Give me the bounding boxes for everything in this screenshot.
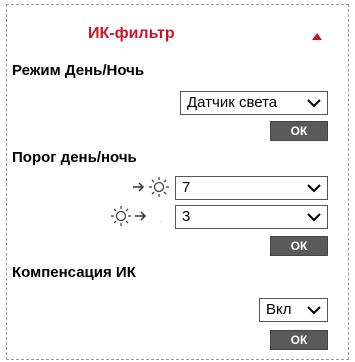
day-night-mode-select[interactable]: Датчик света (180, 91, 328, 115)
chevron-down-icon (307, 184, 321, 193)
sun-icon (111, 206, 131, 226)
chevron-down-icon (307, 306, 321, 315)
panel-title: ИК-фильтр (88, 25, 175, 42)
night-to-day-icons (114, 177, 169, 197)
night-to-day-value: 7 (182, 179, 191, 196)
sun-icon (149, 177, 169, 197)
collapse-triangle-icon[interactable] (312, 33, 322, 40)
arrow-right-icon (135, 211, 147, 221)
ir-compensation-select[interactable]: Вкл (259, 298, 328, 322)
day-night-mode-ok-button[interactable]: ОК (270, 121, 328, 141)
arrow-right-icon (133, 182, 145, 192)
day-to-night-threshold-select[interactable]: 3 (175, 205, 328, 229)
ir-compensation-value: Вкл (266, 301, 292, 318)
threshold-ok-button[interactable]: ОК (270, 236, 328, 256)
night-to-day-threshold-select[interactable]: 7 (175, 176, 328, 200)
moon-icon (114, 179, 130, 192)
ir-compensation-ok-button[interactable]: ОК (270, 330, 328, 350)
day-night-mode-label: Режим День/Ночь (12, 62, 145, 79)
threshold-label: Порог день/ночь (12, 149, 137, 166)
chevron-down-icon (307, 213, 321, 222)
moon-icon (152, 210, 168, 223)
ir-compensation-label: Компенсация ИК (12, 264, 136, 281)
day-night-mode-value: Датчик света (187, 94, 278, 111)
day-to-night-value: 3 (182, 208, 191, 225)
day-to-night-icons (111, 206, 168, 226)
chevron-down-icon (307, 99, 321, 108)
